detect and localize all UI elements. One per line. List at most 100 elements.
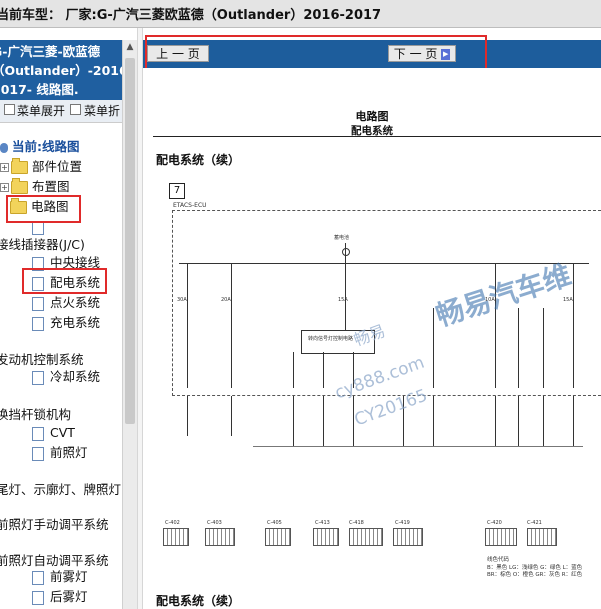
wire xyxy=(353,396,354,446)
title-bar: 当前车型： 厂家:G-广汽三菱欧蓝德（Outlander）2016-2017 xyxy=(0,0,601,28)
sidebar-heading-line: 2017- 线路图. xyxy=(0,82,79,97)
tree-item-layout[interactable]: + 布置图 xyxy=(0,178,70,196)
section-heading-continued: 配电系统（续） xyxy=(156,594,241,608)
tree-current-label: 当前:线路图 xyxy=(12,139,80,154)
collapse-icon xyxy=(70,104,81,115)
fuse-label: 15A xyxy=(338,297,348,303)
sidebar-menu-bar: 菜单展开 菜单折 xyxy=(0,100,122,123)
tree-item-label: 接线插接器(J/C) xyxy=(0,237,85,252)
connector-diagram xyxy=(205,528,235,546)
expand-icon xyxy=(4,104,15,115)
document-icon xyxy=(32,296,44,311)
tree-item-cooling[interactable]: 冷却系统 xyxy=(32,368,100,386)
wire xyxy=(293,352,294,388)
document-icon xyxy=(32,570,44,585)
top-rule xyxy=(143,68,601,70)
sidebar-heading-line: （Outlander）-2016 xyxy=(0,63,122,78)
tree-item-label: 前照灯自动调平系统 xyxy=(0,553,109,568)
tree-item-rear-fog[interactable]: 后雾灯 xyxy=(32,588,88,606)
sidebar-tree: G-广汽三菱-欧蓝德 （Outlander）-2016 2017- 线路图. 菜… xyxy=(0,40,122,609)
wire xyxy=(323,396,324,446)
tree-item-label: 布置图 xyxy=(32,179,70,194)
connector-label: C-419 xyxy=(395,520,410,526)
tree-item-manual-leveling[interactable]: 前照灯手动调平系统 xyxy=(0,516,109,534)
tree-item-label: 点火系统 xyxy=(50,295,101,310)
tree-item-label: 尾灯、示廓灯、牌照灯 xyxy=(0,482,122,497)
fuse-label: 15A xyxy=(563,297,573,303)
document-icon xyxy=(32,370,44,385)
sidebar-heading-line: G-广汽三菱-欧蓝德 xyxy=(0,44,101,59)
globe-icon xyxy=(0,142,8,153)
tree-item-label: 充电系统 xyxy=(50,315,101,330)
document-viewer: 电路图 配电系统 配电系统（续） 7 ETACS-ECU 蓄电池 30A 20A… xyxy=(143,68,601,609)
document-icon xyxy=(32,426,44,441)
wire xyxy=(293,396,294,446)
legend-row: BR：棕色 O：橙色 GR：灰色 R：红色 xyxy=(487,572,583,578)
folder-icon xyxy=(11,158,28,174)
tree-item-label: 后雾灯 xyxy=(50,589,88,604)
tree-item-shift-lock[interactable]: 换挡杆锁机构 xyxy=(0,406,71,424)
wire xyxy=(323,352,324,388)
tree-item-engine-control[interactable]: 发动机控制系统 xyxy=(0,351,84,369)
connector-label: C-402 xyxy=(165,520,180,526)
document-icon xyxy=(32,590,44,605)
tree-item-charging[interactable]: 充电系统 xyxy=(32,314,100,332)
ground-line xyxy=(253,446,583,447)
scrollbar-thumb[interactable] xyxy=(125,58,135,424)
page-number-box: 7 xyxy=(169,183,185,199)
connector-label: C-405 xyxy=(267,520,282,526)
wire xyxy=(433,308,434,388)
tree-item-label: 前雾灯 xyxy=(50,569,88,584)
scroll-up-arrow-icon[interactable]: ▲ xyxy=(124,42,136,54)
main-feed-wire xyxy=(345,243,346,335)
tree-item-label: 冷却系统 xyxy=(50,369,101,384)
document-title: 电路图 xyxy=(355,110,389,123)
wire xyxy=(543,308,544,388)
menu-expand-button[interactable]: 菜单展开 xyxy=(17,102,65,119)
vehicle-title: 当前车型： 厂家:G-广汽三菱欧蓝德（Outlander）2016-2017 xyxy=(0,8,382,23)
fuse-label: 20A xyxy=(221,297,231,303)
wire xyxy=(518,396,519,446)
tree-item-label: 部件位置 xyxy=(32,159,83,174)
tree-item-parts-location[interactable]: + 部件位置 xyxy=(0,158,82,176)
battery-label: 蓄电池 xyxy=(334,235,350,241)
connector-label: C-420 xyxy=(487,520,502,526)
document-icon xyxy=(32,316,44,331)
highlight-power-distribution xyxy=(22,268,107,294)
legend-title: 线色代码 xyxy=(487,557,510,563)
connector-label: C-418 xyxy=(349,520,364,526)
wire xyxy=(231,396,232,436)
highlight-circuit-diagram xyxy=(6,195,81,223)
wire xyxy=(433,396,434,446)
document-icon xyxy=(32,446,44,461)
connector-label: C-421 xyxy=(527,520,542,526)
expand-toggle-icon[interactable]: + xyxy=(0,163,9,172)
connector-diagram xyxy=(265,528,291,546)
tree-item-cvt[interactable]: CVT xyxy=(32,424,75,442)
wire xyxy=(187,396,188,436)
tree-current-node[interactable]: 当前:线路图 xyxy=(0,138,80,156)
tree-item-label: 换挡杆锁机构 xyxy=(0,407,72,422)
tree-item-headlamp[interactable]: 前照灯 xyxy=(32,444,88,462)
connector-label: C-403 xyxy=(207,520,222,526)
tree-item-label: 前照灯 xyxy=(50,445,88,460)
tree-item-ignition[interactable]: 点火系统 xyxy=(32,294,100,312)
tree-item-label: 发动机控制系统 xyxy=(0,352,84,367)
wire xyxy=(187,263,188,388)
expand-toggle-icon[interactable]: + xyxy=(0,183,9,192)
wire xyxy=(543,396,544,446)
ecu-label: ETACS-ECU xyxy=(173,202,207,209)
connector-diagram xyxy=(163,528,189,546)
tree-item-junction-connector[interactable]: 接线插接器(J/C) xyxy=(0,236,85,254)
fuse-label: 30A xyxy=(177,297,187,303)
menu-collapse-button[interactable]: 菜单折 xyxy=(84,102,120,119)
connector-diagram xyxy=(349,528,383,546)
connector-diagram xyxy=(313,528,339,546)
tree-item-front-fog[interactable]: 前雾灯 xyxy=(32,568,88,586)
sidebar-scrollbar[interactable]: ▲ xyxy=(122,40,137,609)
wire xyxy=(573,263,574,388)
wire xyxy=(231,263,232,388)
module-label: 转向信号灯控制电路 xyxy=(308,336,354,342)
tree-item-tail-lamp[interactable]: 尾灯、示廓灯、牌照灯 xyxy=(0,481,121,499)
tree-item-label: CVT xyxy=(50,425,75,440)
